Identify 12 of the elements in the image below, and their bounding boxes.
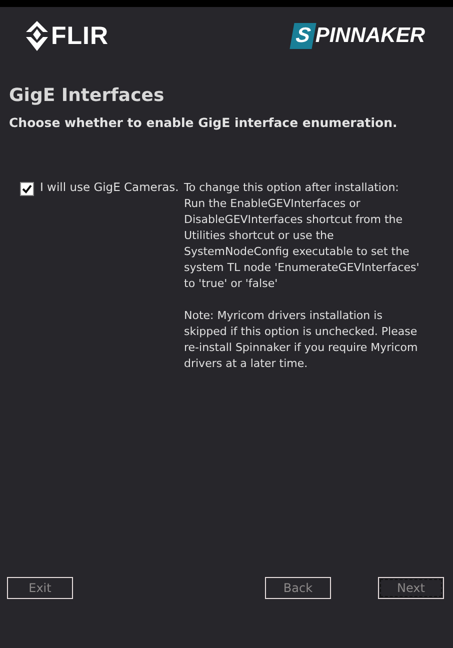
- page-title: GigE Interfaces: [9, 85, 166, 106]
- exit-button[interactable]: Exit: [7, 577, 73, 599]
- flir-wordmark: FLIR: [51, 22, 109, 50]
- note-paragraph: Note: Myricom drivers installation is skipped if this option is unchecked. Please re-install Spinnaker if you require Myricom drivers at a later time.: [184, 308, 419, 372]
- spinnaker-logo: SPINNAKER: [292, 23, 425, 49]
- page-subtitle: Choose whether to enable GigE interface enumeration.: [9, 115, 398, 130]
- gige-checkbox[interactable]: [20, 182, 34, 196]
- diamond-icon: [26, 21, 48, 51]
- checkbox-label: I will use GigE Cameras.: [40, 180, 179, 194]
- note-paragraph: To change this option after installation: Run the EnableGEVInterfaces or DisableGEVInterfaces shortcut from the Utilities shortcut or use the SystemNodeConfig executable to set the system TL node 'EnumerateGEVInterfaces' to 'true' or 'false': [184, 180, 420, 292]
- back-button[interactable]: Back: [265, 577, 331, 599]
- next-button[interactable]: Next: [378, 577, 444, 599]
